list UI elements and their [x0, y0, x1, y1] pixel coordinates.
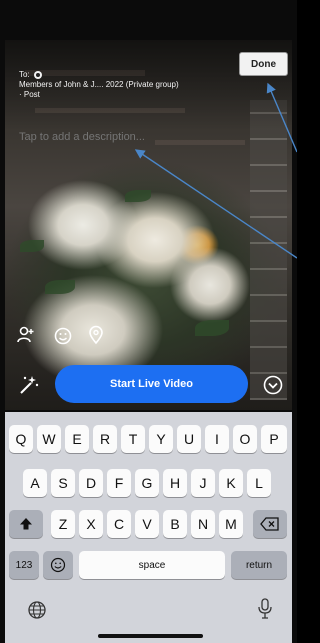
key-g[interactable]: G [135, 469, 159, 497]
key-a[interactable]: A [23, 469, 47, 497]
microphone-icon[interactable] [257, 598, 273, 620]
done-button[interactable]: Done [239, 52, 288, 76]
key-o[interactable]: O [233, 425, 257, 453]
feeling-emoji-icon[interactable] [53, 326, 73, 346]
key-s[interactable]: S [51, 469, 75, 497]
key-i[interactable]: I [205, 425, 229, 453]
emoji-icon [50, 557, 66, 573]
ios-keyboard: Q W E R T Y U I O P A S D F G H J K L Z … [5, 412, 292, 643]
globe-icon [33, 71, 42, 79]
space-key[interactable]: space [79, 551, 225, 579]
key-b[interactable]: B [163, 510, 187, 538]
tag-people-icon[interactable] [16, 325, 36, 345]
description-input[interactable] [19, 129, 219, 145]
key-c[interactable]: C [107, 510, 131, 538]
key-v[interactable]: V [135, 510, 159, 538]
audience-text: Members of John & J.... 2022 (Private gr… [19, 80, 179, 89]
phone-screen: To: Members of John & J.... 2022 (Privat… [0, 0, 297, 643]
key-m[interactable]: M [219, 510, 243, 538]
key-h[interactable]: H [163, 469, 187, 497]
key-p[interactable]: P [261, 425, 287, 453]
key-l[interactable]: L [247, 469, 271, 497]
audience-selector[interactable]: To: Members of John & J.... 2022 (Privat… [19, 70, 239, 100]
backspace-key[interactable] [253, 510, 287, 538]
key-t[interactable]: T [121, 425, 145, 453]
effects-wand-icon[interactable] [17, 373, 41, 397]
key-k[interactable]: K [219, 469, 243, 497]
key-u[interactable]: U [177, 425, 201, 453]
emoji-key[interactable] [43, 551, 73, 579]
backspace-icon [260, 517, 279, 531]
key-j[interactable]: J [191, 469, 215, 497]
key-d[interactable]: D [79, 469, 103, 497]
key-q[interactable]: Q [9, 425, 33, 453]
shift-key[interactable] [9, 510, 43, 538]
to-label: To: [19, 70, 30, 79]
key-e[interactable]: E [65, 425, 89, 453]
key-z[interactable]: Z [51, 510, 75, 538]
shift-arrow-icon [20, 518, 32, 530]
start-live-video-button[interactable]: Start Live Video [55, 365, 248, 403]
location-pin-icon[interactable] [86, 325, 106, 345]
key-w[interactable]: W [37, 425, 61, 453]
numbers-key[interactable]: 123 [9, 551, 39, 579]
chevron-down-circle-icon[interactable] [262, 374, 284, 396]
key-n[interactable]: N [191, 510, 215, 538]
home-indicator [98, 634, 203, 638]
key-y[interactable]: Y [149, 425, 173, 453]
return-key[interactable]: return [231, 551, 287, 579]
key-r[interactable]: R [93, 425, 117, 453]
globe-language-icon[interactable] [27, 600, 47, 620]
post-type-label: · Post [19, 90, 40, 99]
key-f[interactable]: F [107, 469, 131, 497]
key-x[interactable]: X [79, 510, 103, 538]
